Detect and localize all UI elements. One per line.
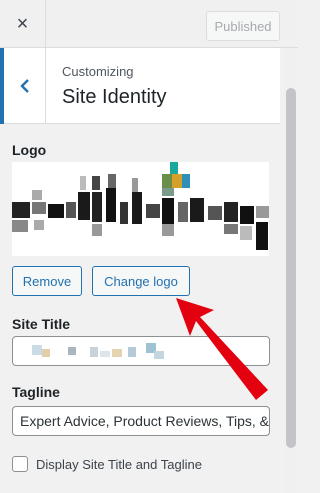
display-title-tagline-checkbox[interactable] — [12, 456, 28, 472]
logo-label: Logo — [12, 142, 47, 158]
customizer-header: × Published — [0, 0, 298, 48]
close-customizer-button[interactable]: × — [0, 0, 46, 48]
remove-logo-button[interactable]: Remove — [12, 266, 82, 296]
change-logo-button[interactable]: Change logo — [92, 266, 190, 296]
tagline-label: Tagline — [12, 384, 60, 400]
site-title-input[interactable] — [12, 336, 270, 366]
tagline-input[interactable]: Expert Advice, Product Reviews, Tips, & … — [12, 406, 270, 436]
scrollbar-thumb[interactable] — [286, 88, 296, 448]
chevron-left-icon — [19, 79, 29, 93]
display-title-tagline-label: Display Site Title and Tagline — [36, 456, 202, 472]
display-title-tagline-option[interactable]: Display Site Title and Tagline — [12, 456, 202, 472]
section-header: Customizing Site Identity — [0, 48, 280, 124]
site-title-label: Site Title — [12, 316, 71, 332]
panel-scrollbar[interactable] — [284, 48, 298, 493]
back-button[interactable] — [0, 48, 46, 124]
close-icon: × — [16, 12, 29, 35]
logo-preview — [12, 162, 269, 256]
publish-button[interactable]: Published — [206, 11, 280, 41]
site-title-value-redacted — [20, 341, 170, 361]
breadcrumb: Customizing — [62, 64, 134, 79]
section-title: Site Identity — [62, 86, 167, 108]
